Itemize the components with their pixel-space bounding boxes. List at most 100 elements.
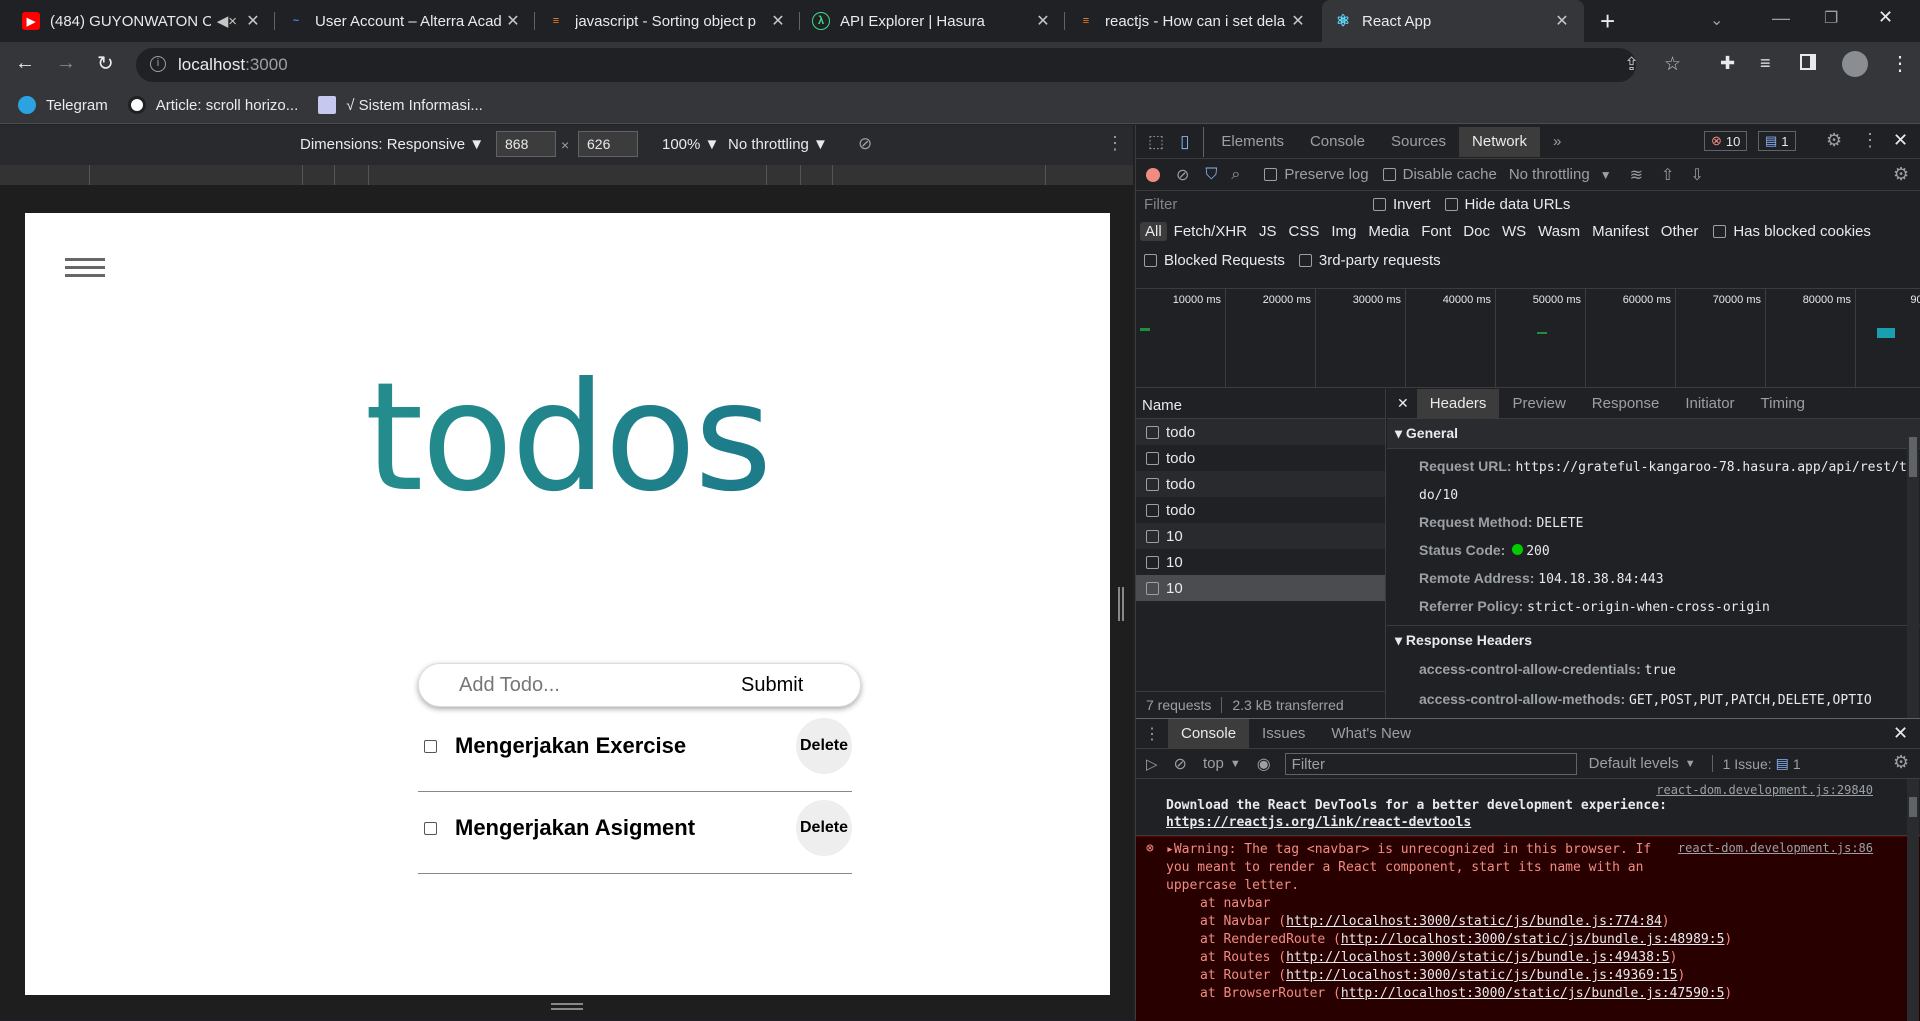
delete-button[interactable]: Delete (796, 800, 852, 856)
record-icon[interactable] (1146, 167, 1160, 182)
reload-icon[interactable]: ↻ (97, 51, 114, 76)
message-count-badge[interactable]: ▤ 1 (1758, 131, 1796, 151)
issues-counter[interactable]: 1 Issue: ▤ 1 (1711, 755, 1801, 772)
tab-timing[interactable]: Timing (1748, 389, 1818, 419)
blocked-requests-checkbox[interactable]: Blocked Requests (1144, 252, 1285, 269)
network-settings-icon[interactable]: ⚙ (1893, 164, 1909, 185)
bookmark-star-icon[interactable]: ☆ (1664, 53, 1681, 76)
side-panel-icon[interactable] (1800, 54, 1816, 70)
browser-tab-active[interactable]: ⚛ React App ✕ (1322, 0, 1584, 42)
name-column-header[interactable]: Name (1136, 389, 1385, 419)
todo-checkbox[interactable] (424, 822, 437, 835)
ruler-segment[interactable] (833, 165, 1046, 185)
type-filter-css[interactable]: CSS (1284, 222, 1325, 241)
drawer-tab-issues[interactable]: Issues (1249, 719, 1318, 749)
network-throttle-select[interactable]: No throttling (1509, 166, 1590, 183)
message-source-link[interactable]: react-dom.development.js:29840 (1166, 783, 1873, 797)
browser-tab[interactable]: ~ User Account – Alterra Acad ✕ (275, 0, 535, 42)
todo-checkbox[interactable] (424, 740, 437, 753)
settings-gear-icon[interactable]: ⚙ (1826, 130, 1842, 151)
media-control-icon[interactable]: ≡ (1760, 53, 1771, 74)
zoom-dropdown[interactable]: 100% ▼ (662, 136, 719, 153)
info-icon[interactable]: i (150, 56, 166, 72)
drawer-tab-console[interactable]: Console (1168, 718, 1250, 749)
stack-frame-link[interactable]: http://localhost:3000/static/js/bundle.j… (1286, 968, 1677, 983)
resize-handle-right[interactable] (1118, 587, 1124, 621)
type-filter-wasm[interactable]: Wasm (1533, 222, 1585, 241)
clear-icon[interactable]: ⊘ (1176, 165, 1189, 185)
tab-headers[interactable]: Headers (1416, 389, 1500, 419)
inspect-element-icon[interactable]: ⬚ (1148, 132, 1164, 152)
stack-frame-link[interactable]: http://localhost:3000/static/js/bundle.j… (1341, 986, 1725, 1001)
drawer-tab-whats-new[interactable]: What's New (1318, 719, 1424, 749)
has-blocked-cookies-checkbox[interactable]: Has blocked cookies (1713, 223, 1871, 240)
request-row[interactable]: 10 (1136, 549, 1385, 575)
browser-tab[interactable]: ≡ javascript - Sorting object p ✕ (535, 0, 800, 42)
context-select[interactable]: top (1203, 755, 1224, 772)
network-conditions-icon[interactable]: ≋ (1630, 165, 1643, 185)
type-filter-manifest[interactable]: Manifest (1587, 222, 1654, 241)
tab-search-icon[interactable]: ⌄ (1710, 10, 1723, 30)
add-todo-input[interactable]: Add Todo... (459, 674, 560, 697)
type-filter-img[interactable]: Img (1326, 222, 1361, 241)
invert-checkbox[interactable]: Invert (1373, 196, 1431, 213)
ruler-segment[interactable] (767, 165, 801, 185)
preserve-log-checkbox[interactable]: Preserve log (1264, 166, 1369, 183)
type-filter-js[interactable]: JS (1254, 222, 1282, 241)
close-details-icon[interactable]: ✕ (1397, 395, 1409, 412)
network-overview-timeline[interactable]: 10000 ms 20000 ms 30000 ms 40000 ms 50000 ms… (1136, 288, 1920, 388)
close-devtools-icon[interactable]: ✕ (1893, 130, 1908, 151)
ruler-segment[interactable] (90, 165, 303, 185)
menu-kebab-icon[interactable]: ⋮ (1890, 51, 1910, 76)
details-scrollbar[interactable] (1907, 419, 1919, 718)
width-input[interactable]: 868 (496, 131, 556, 157)
react-devtools-link[interactable]: https://reactjs.org/link/react-devtools (1166, 815, 1471, 830)
resize-handle-bottom[interactable] (551, 1003, 583, 1010)
tab-response[interactable]: Response (1579, 389, 1673, 419)
import-har-icon[interactable]: ⇧ (1661, 165, 1674, 185)
stack-frame-link[interactable]: http://localhost:3000/static/js/bundle.j… (1341, 932, 1725, 947)
close-tab-icon[interactable]: ✕ (1552, 11, 1572, 31)
forward-icon[interactable]: → (56, 52, 76, 75)
browser-tab[interactable]: λ API Explorer | Hasura ✕ (800, 0, 1065, 42)
rotate-icon[interactable]: ⊘ (858, 134, 872, 154)
request-row[interactable]: todo (1136, 471, 1385, 497)
type-filter-other[interactable]: Other (1656, 222, 1704, 241)
request-row[interactable]: todo (1136, 497, 1385, 523)
delete-button[interactable]: Delete (796, 718, 852, 774)
tab-console[interactable]: Console (1297, 127, 1378, 157)
close-tab-icon[interactable]: ✕ (768, 11, 788, 31)
close-window-icon[interactable]: ✕ (1878, 7, 1893, 28)
console-scrollbar[interactable] (1907, 779, 1919, 1021)
browser-tab[interactable]: ≡ reactjs - How can i set dela ✕ (1065, 0, 1320, 42)
request-row[interactable]: todo (1136, 419, 1385, 445)
chevron-down-icon[interactable]: ▼ (1600, 168, 1612, 182)
chevron-down-icon[interactable]: ▼ (1685, 758, 1696, 770)
type-filter-all[interactable]: All (1140, 221, 1167, 241)
console-filter-input[interactable]: Filter (1284, 752, 1577, 775)
tab-preview[interactable]: Preview (1499, 389, 1578, 419)
third-party-checkbox[interactable]: 3rd-party requests (1298, 252, 1441, 269)
type-filter-fetchxhr[interactable]: Fetch/XHR (1169, 222, 1252, 241)
more-tabs-icon[interactable]: » (1540, 127, 1574, 157)
tab-sources[interactable]: Sources (1378, 127, 1459, 157)
request-row[interactable]: 10 (1136, 523, 1385, 549)
ruler-segment[interactable] (801, 165, 833, 185)
height-input[interactable]: 626 (578, 131, 638, 157)
devtools-menu-icon[interactable]: ⋮ (1861, 130, 1879, 151)
network-filter-input[interactable]: Filter (1144, 196, 1359, 213)
stack-frame-link[interactable]: http://localhost:3000/static/js/bundle.j… (1286, 950, 1670, 965)
speaker-muted-icon[interactable]: ◀× (217, 12, 237, 30)
device-toggle-icon[interactable]: ▯ (1180, 132, 1189, 152)
live-expression-eye-icon[interactable]: ◉ (1257, 754, 1271, 774)
response-headers-section-header[interactable]: ▾ Response Headers (1387, 625, 1920, 655)
type-filter-doc[interactable]: Doc (1458, 222, 1495, 241)
chevron-down-icon[interactable]: ▼ (1230, 758, 1241, 770)
request-row[interactable]: todo (1136, 445, 1385, 471)
back-icon[interactable]: ← (15, 52, 35, 75)
general-section-header[interactable]: ▾ General (1387, 419, 1920, 449)
search-icon[interactable]: ⌕ (1231, 166, 1240, 184)
bookmark-sistem-informasi[interactable]: √ Sistem Informasi... (318, 96, 483, 114)
close-tab-icon[interactable]: ✕ (1288, 11, 1308, 31)
throttle-dropdown[interactable]: No throttling ▼ (728, 136, 828, 153)
